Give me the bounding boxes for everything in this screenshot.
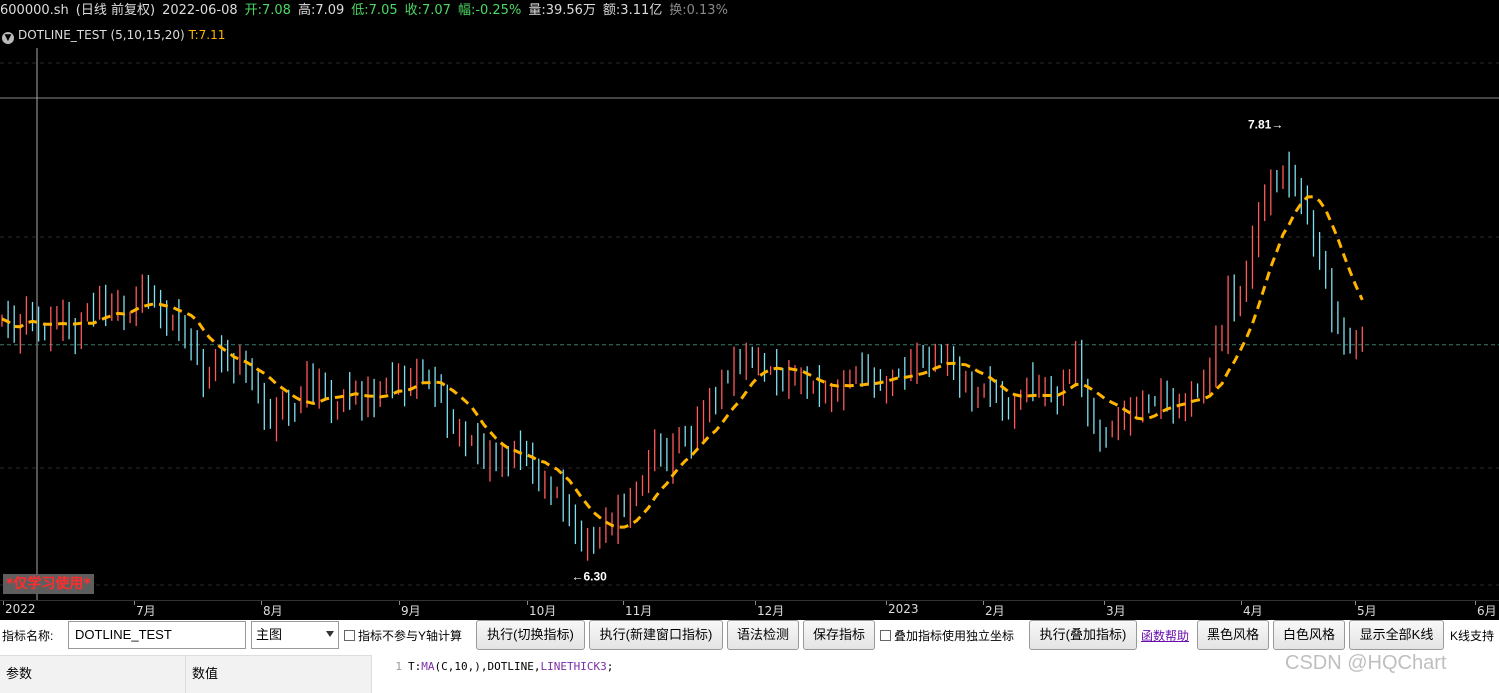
x-tick bbox=[1104, 601, 1105, 605]
study-only-badge: *仅学习使用* bbox=[3, 574, 94, 594]
code-token-dotline: DOTLINE bbox=[487, 660, 534, 673]
volume-value: 量:39.56万 bbox=[528, 3, 596, 18]
indicator-toolbar: 指标名称: DOTLINE_TEST 主图 指标不参与Y轴计算 执行(切换指标)… bbox=[0, 620, 1499, 652]
indicator-title: ▼ DOTLINE_TEST (5,10,15,20) T:7.11 bbox=[0, 26, 225, 44]
chevron-down-icon bbox=[326, 631, 334, 637]
code-token-fn: MA bbox=[421, 660, 435, 673]
indicator-value: T:7.11 bbox=[188, 28, 226, 42]
code-line[interactable]: T:MA(C,10,),DOTLINE,LINETHICK3; bbox=[408, 660, 613, 673]
code-token: (C,10,), bbox=[434, 660, 488, 673]
x-tick-label: 11月 bbox=[625, 604, 653, 618]
x-tick-label: 2023 bbox=[888, 602, 919, 616]
ma-dotline bbox=[1, 195, 1364, 529]
overlay-axis-checkbox[interactable] bbox=[880, 630, 891, 641]
show-all-kline-button[interactable]: 显示全部K线 bbox=[1349, 620, 1444, 650]
values-col-header: 数值 bbox=[186, 656, 372, 693]
no-y-axis-checkbox[interactable] bbox=[344, 630, 355, 641]
code-token: ; bbox=[606, 660, 614, 673]
indicator-name-label: 指标名称: bbox=[2, 629, 54, 643]
x-tick bbox=[1241, 601, 1242, 605]
x-tick-label: 12月 bbox=[757, 604, 785, 618]
x-tick bbox=[1355, 601, 1356, 605]
x-tick bbox=[983, 601, 984, 605]
overlay-axis-label: 叠加指标使用独立坐标 bbox=[894, 629, 1015, 643]
chart-window-select[interactable]: 主图 bbox=[251, 621, 339, 649]
change-value: 幅:-0.25% bbox=[457, 3, 522, 18]
x-axis: 2022 7月 8月 9月 10月 11月 12月 2023 2月 3月 4月 5月 6月 bbox=[0, 600, 1499, 620]
chart-window-select-value: 主图 bbox=[256, 627, 283, 642]
kline-chart[interactable]: 7.81→ ←6.30 bbox=[0, 0, 1499, 600]
kline-chart-area[interactable]: 7.81→ ←6.30 600000.sh (日线 前复权) 2022-06-08 开:… bbox=[0, 0, 1499, 620]
x-tick bbox=[1475, 601, 1476, 605]
x-tick bbox=[261, 601, 262, 605]
x-tick bbox=[134, 601, 135, 605]
function-help-link[interactable]: 函数帮助 bbox=[1141, 621, 1189, 651]
high-value: 高:7.09 bbox=[297, 3, 345, 18]
max-price-label: 7.81→ bbox=[1248, 117, 1283, 131]
kline-support-label: K线支持 bbox=[1450, 629, 1495, 643]
x-tick bbox=[623, 601, 624, 605]
open-value: 开:7.08 bbox=[244, 3, 291, 18]
amount-value: 额:3.11亿 bbox=[602, 3, 663, 18]
x-tick bbox=[886, 601, 887, 605]
x-tick bbox=[3, 601, 4, 605]
collapse-chevron-icon[interactable]: ▼ bbox=[2, 32, 14, 44]
x-tick-label: 7月 bbox=[136, 604, 156, 618]
code-token-linethick: LINETHICK3 bbox=[540, 660, 607, 673]
white-style-button[interactable]: 白色风格 bbox=[1273, 620, 1345, 650]
exec-switch-button[interactable]: 执行(切换指标) bbox=[476, 620, 585, 650]
indicator-name-input[interactable]: DOTLINE_TEST bbox=[68, 621, 246, 649]
x-tick-label: 9月 bbox=[401, 604, 421, 618]
period-label: (日线 前复权) bbox=[75, 3, 156, 18]
close-value: 收:7.07 bbox=[404, 3, 451, 18]
x-tick-label: 10月 bbox=[529, 604, 557, 618]
line-number: 1 bbox=[395, 660, 402, 673]
exec-new-window-button[interactable]: 执行(新建窗口指标) bbox=[589, 620, 723, 650]
csdn-watermark: CSDN @HQChart bbox=[1285, 652, 1447, 674]
params-col-header: 参数 bbox=[0, 656, 186, 693]
no-y-axis-label: 指标不参与Y轴计算 bbox=[358, 629, 463, 643]
quote-header: 600000.sh (日线 前复权) 2022-06-08 开:7.08 高:7.09 低… bbox=[0, 0, 1499, 22]
x-tick bbox=[399, 601, 400, 605]
indicator-name: DOTLINE_TEST (5,10,15,20) bbox=[18, 28, 185, 42]
date-label: 2022-06-08 bbox=[162, 3, 238, 18]
syntax-check-button[interactable]: 语法检测 bbox=[727, 620, 799, 650]
turnover-value: 换:0.13% bbox=[669, 3, 728, 18]
x-tick-label: 2022 bbox=[5, 602, 36, 616]
symbol-label: 600000.sh bbox=[0, 3, 69, 18]
min-price-label: ←6.30 bbox=[572, 570, 608, 584]
exec-overlay-button[interactable]: 执行(叠加指标) bbox=[1029, 620, 1137, 650]
x-tick-label: 2月 bbox=[985, 604, 1005, 618]
save-indicator-button[interactable]: 保存指标 bbox=[803, 620, 875, 650]
x-tick bbox=[755, 601, 756, 605]
params-table: 参数 数值 bbox=[0, 655, 372, 693]
x-tick bbox=[527, 601, 528, 605]
x-tick-label: 8月 bbox=[263, 604, 283, 618]
black-style-button[interactable]: 黑色风格 bbox=[1197, 620, 1269, 650]
x-tick-label: 4月 bbox=[1243, 604, 1263, 618]
x-tick-label: 5月 bbox=[1357, 604, 1377, 618]
code-token: T: bbox=[408, 660, 422, 673]
low-value: 低:7.05 bbox=[351, 3, 398, 18]
x-tick-label: 6月 bbox=[1477, 604, 1497, 618]
x-tick-label: 3月 bbox=[1106, 604, 1126, 618]
